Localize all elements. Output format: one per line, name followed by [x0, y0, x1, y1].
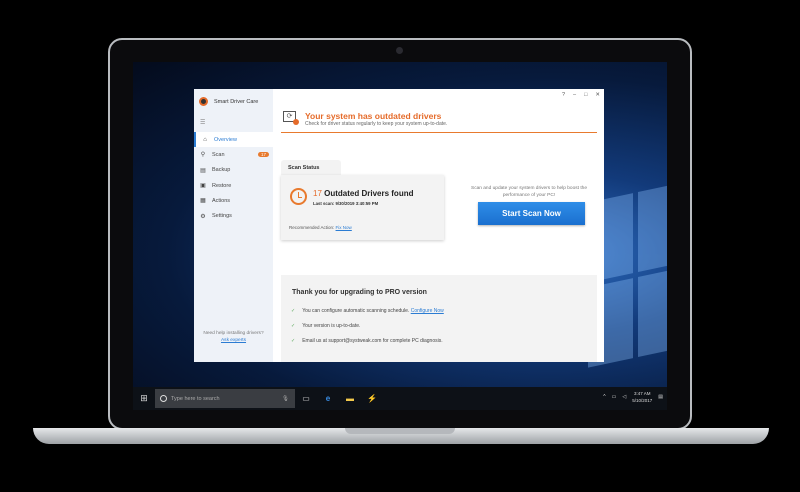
- cta-text: Scan and update your system drivers to h…: [471, 186, 587, 198]
- maximize-button[interactable]: □: [584, 92, 587, 98]
- app-brand: Smart Driver Care: [199, 97, 258, 106]
- sidebar-item-label: Restore: [212, 182, 232, 189]
- sidebar-item-settings[interactable]: ⚙ Settings: [194, 208, 273, 223]
- sidebar-item-label: Scan: [212, 151, 225, 158]
- webcam: [396, 47, 403, 54]
- notifications-icon[interactable]: ▤: [658, 394, 663, 400]
- pro-title: Thank you for upgrading to PRO version: [292, 289, 427, 296]
- start-scan-button[interactable]: Start Scan Now: [478, 202, 585, 225]
- restore-icon: ▣: [200, 183, 206, 190]
- date: 5/10/2017: [632, 398, 653, 403]
- smart-driver-care-taskbar-icon[interactable]: ⚡: [361, 394, 383, 403]
- sidebar-item-label: Backup: [212, 167, 231, 174]
- pro-line: ✓ Your version is up-to-date.: [291, 323, 360, 329]
- gear-icon: ⚙: [200, 213, 206, 220]
- status-header: ⟳ Your system has outdated drivers Check…: [281, 107, 597, 133]
- file-explorer-icon[interactable]: ▬: [339, 394, 361, 403]
- ask-experts-link[interactable]: Ask experts: [194, 337, 273, 344]
- search-icon: ⚲: [200, 152, 206, 159]
- outdated-drivers-summary: 17 Outdated Drivers found: [313, 189, 413, 198]
- hamburger-menu-icon[interactable]: ☰: [200, 119, 205, 126]
- scan-count-badge: 17: [257, 152, 269, 158]
- header-subtitle: Check for driver status regularly to kee…: [305, 121, 448, 127]
- close-button[interactable]: ✕: [595, 92, 600, 98]
- pro-line-text: Your version is up-to-date.: [302, 323, 361, 329]
- check-icon: ✓: [291, 338, 296, 344]
- windows-start-icon[interactable]: ⊞: [133, 393, 155, 404]
- sidebar-item-restore[interactable]: ▣ Restore: [194, 178, 273, 193]
- found-text: Outdated Drivers found: [324, 189, 414, 198]
- check-icon: ✓: [291, 308, 296, 314]
- home-icon: ⌂: [203, 136, 207, 143]
- window-controls: ? – □ ✕: [562, 92, 600, 98]
- fix-now-link[interactable]: Fix Now: [336, 225, 352, 230]
- sidebar-item-backup[interactable]: ▤ Backup: [194, 163, 273, 178]
- sidebar-item-label: Overview: [214, 136, 237, 143]
- pro-panel: Thank you for upgrading to PRO version ✓…: [281, 275, 597, 362]
- pro-line: ✓ Email us at support@systweak.com for co…: [291, 338, 443, 344]
- task-view-icon[interactable]: ▭: [295, 394, 317, 403]
- search-placeholder: Type here to search: [171, 395, 220, 402]
- recommended-action: Recommended Action: Fix Now: [289, 225, 352, 230]
- outdated-count: 17: [313, 189, 322, 198]
- scan-status-card: 17 Outdated Drivers found Last scan: 9/3…: [281, 175, 444, 240]
- app-logo-icon: [199, 97, 208, 106]
- pro-line: ✓ You can configure automatic scanning sc…: [291, 308, 444, 314]
- laptop-notch: [345, 428, 455, 434]
- taskbar: ⊞ Type here to search 🎙 ▭ e ▬ ⚡ ^ ▭ ◁ 3:4…: [133, 387, 667, 410]
- last-scan: Last scan: 9/30/2019 3:40:59 PM: [313, 201, 379, 206]
- sidebar: Smart Driver Care ☰ ⌂ Overview ⚲ Scan 17 ▤ B…: [194, 89, 273, 362]
- edge-icon[interactable]: e: [317, 394, 339, 403]
- refresh-alert-icon: ⟳: [283, 111, 299, 125]
- network-icon[interactable]: ▭: [612, 394, 617, 400]
- desktop-screen: Smart Driver Care ☰ ⌂ Overview ⚲ Scan 17 ▤ B…: [133, 62, 667, 410]
- minimize-button[interactable]: –: [573, 92, 576, 98]
- sidebar-item-label: Settings: [212, 213, 232, 220]
- microphone-icon[interactable]: 🎙: [282, 396, 289, 402]
- scan-status-tab: Scan Status: [281, 160, 341, 176]
- app-window: Smart Driver Care ☰ ⌂ Overview ⚲ Scan 17 ▤ B…: [194, 89, 604, 362]
- chevron-up-icon[interactable]: ^: [603, 394, 605, 400]
- sidebar-item-scan[interactable]: ⚲ Scan 17: [194, 147, 273, 162]
- sidebar-nav: ⌂ Overview ⚲ Scan 17 ▤ Backup ▣ Restore ▦ Acti…: [194, 132, 273, 224]
- pro-line-text: Email us at support@systweak.com for com…: [302, 338, 443, 344]
- pro-line-text: You can configure automatic scanning sch…: [302, 308, 410, 314]
- check-icon: ✓: [291, 323, 296, 329]
- sidebar-item-overview[interactable]: ⌂ Overview: [194, 132, 273, 148]
- help-text: Need help installing drivers?: [203, 331, 264, 336]
- volume-icon[interactable]: ◁: [622, 394, 626, 400]
- system-tray: ^ ▭ ◁ 3:47 AM 5/10/2017 ▤: [603, 390, 663, 404]
- sidebar-item-label: Actions: [212, 197, 231, 204]
- recommended-label: Recommended Action:: [289, 225, 335, 230]
- clock[interactable]: 3:47 AM 5/10/2017: [632, 390, 652, 404]
- help-button[interactable]: ?: [562, 92, 565, 98]
- cortana-icon: [160, 395, 167, 402]
- clock-icon: [290, 188, 307, 205]
- header-title: Your system has outdated drivers: [305, 111, 442, 121]
- time: 3:47 AM: [633, 391, 651, 396]
- configure-now-link[interactable]: Configure Now: [411, 308, 444, 314]
- sidebar-item-actions[interactable]: ▦ Actions: [194, 193, 273, 208]
- help-section: Need help installing drivers? Ask experts: [194, 330, 273, 344]
- backup-icon: ▤: [200, 167, 206, 174]
- app-name: Smart Driver Care: [214, 98, 259, 105]
- taskbar-search[interactable]: Type here to search 🎙: [155, 389, 295, 408]
- grid-icon: ▦: [200, 198, 206, 205]
